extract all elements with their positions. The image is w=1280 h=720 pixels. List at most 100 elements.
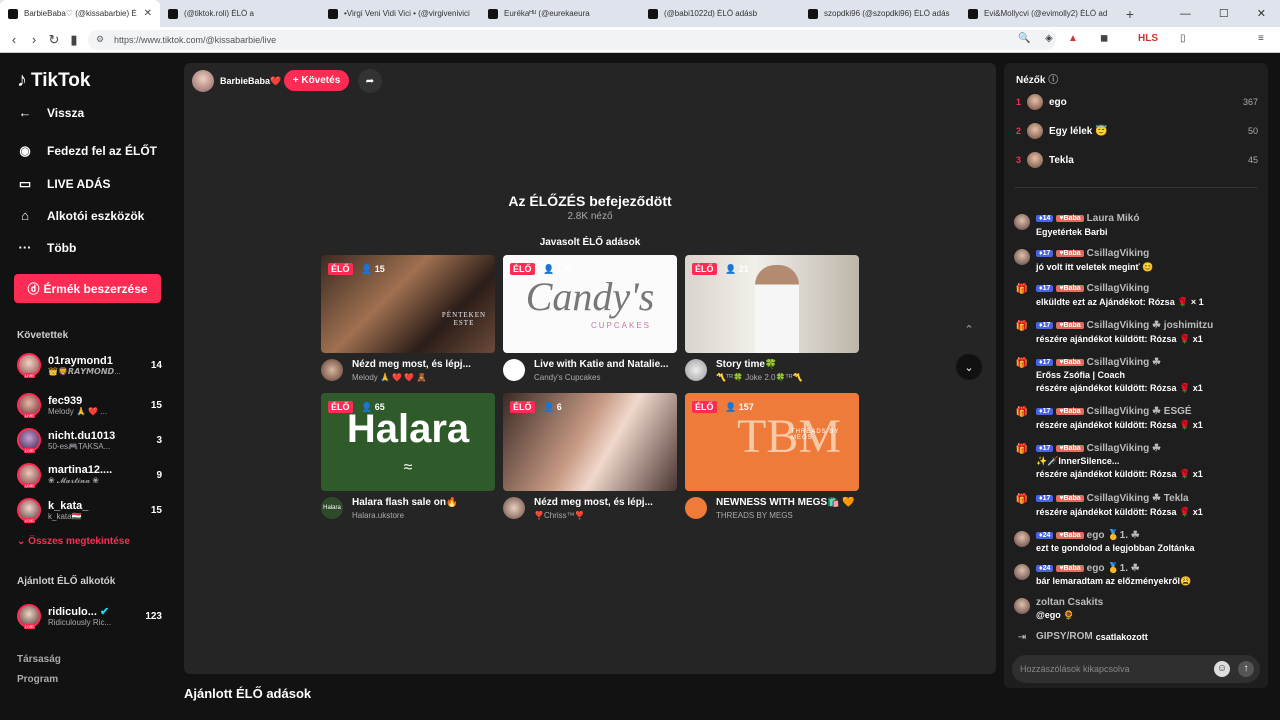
live-card[interactable]: PÉNTEKEN ESTE ÉLŐ 👤 15 Nézd meg most, és… <box>321 255 495 385</box>
see-all-link[interactable]: ⌄ Összes megtekintése <box>17 536 130 547</box>
creator-avatar <box>685 359 707 381</box>
following-name: nicht.du1013 <box>48 429 116 442</box>
browser-tab[interactable]: (@tiktok.roli) ÉLŐ a <box>160 0 320 27</box>
url-field[interactable]: ⚙ https://www.tiktok.com/@kissabarbie/liv… <box>88 30 1056 50</box>
host-info[interactable]: BarbieBaba❤️ <box>192 70 281 92</box>
browser-tab[interactable]: BarbieBaba♡ (@kissabarbie) É ✕ <box>0 0 160 27</box>
window-controls: — ☐ ✕ <box>1180 0 1280 27</box>
live-tag: LIVE <box>24 413 35 418</box>
nav-live[interactable]: ▭ LIVE ADÁS <box>17 176 111 192</box>
nav-more[interactable]: ··· Több <box>17 240 77 255</box>
level-badge: ♦14 <box>1036 215 1054 222</box>
get-coins-button[interactable]: ⓓ Érmék beszerzése <box>14 274 161 303</box>
new-tab-button[interactable]: + <box>1120 6 1140 22</box>
follow-button[interactable]: + Követés <box>284 70 349 91</box>
live-badge: ÉLŐ <box>328 401 353 413</box>
viewer-count: 21 <box>738 264 749 274</box>
divider <box>1014 187 1258 188</box>
forward-arrow-icon[interactable]: › <box>24 32 44 47</box>
level-badge: ♦17 <box>1036 408 1054 415</box>
coins-label: Érmék beszerzése <box>43 281 148 296</box>
viewer-name: Tekla <box>1049 154 1074 166</box>
chat-username[interactable]: ego 🥇1. ☘ <box>1087 563 1140 574</box>
comment-placeholder: Hozzászólások kikapcsolva <box>1020 664 1130 674</box>
chat-username[interactable]: GIPSY/ROM <box>1036 631 1093 642</box>
nav-creator-tools[interactable]: ⌂ Alkotói eszközök <box>17 208 144 223</box>
live-badge: ÉLŐ <box>510 263 535 275</box>
footer-link[interactable]: Társaság <box>17 654 61 665</box>
brave-shield-icon[interactable]: ◈ <box>1045 33 1053 44</box>
chat-username[interactable]: Laura Mikó <box>1087 213 1140 224</box>
live-card[interactable]: Candy's CUPCAKES ÉLŐ 👤 176 Live with Kat… <box>503 255 677 385</box>
following-item[interactable]: LIVE k_kata_ k_kata🇭🇺 15 <box>17 495 162 525</box>
fan-badge: ♥Baba <box>1056 532 1084 539</box>
browser-tab[interactable]: szopdki96 (@szopdki96) ÉLŐ adás <box>800 0 960 27</box>
reload-icon[interactable]: ↻ <box>44 32 64 48</box>
chat-username[interactable]: CsillagViking ☘ ESGÉ <box>1087 406 1192 417</box>
comment-input[interactable]: Hozzászólások kikapcsolva ☺ ↑ <box>1012 655 1260 683</box>
rewards-icon[interactable]: ▲ <box>1068 33 1078 44</box>
browser-tab[interactable]: (@babi1022d) ÉLŐ adásb <box>640 0 800 27</box>
chat-text: részére ajándékot küldött: Rózsa 🌹 x1 <box>1036 469 1203 479</box>
footer-link[interactable]: Program <box>17 674 58 685</box>
live-card[interactable]: TBM THREADS BY MEGS ÉLŐ 👤 157 NEWNESS WI… <box>685 393 859 523</box>
live-card[interactable]: ÉLŐ 👤 21 Story time🍀 〽️ᵀᴿ🍀 Joke 2.0🍀ᵀᴿ〽️ <box>685 255 859 385</box>
chat-username[interactable]: CsillagViking ☘ <box>1087 443 1161 454</box>
browser-tab[interactable]: •Virgi Veni Vidi Vici • (@virgivenivici <box>320 0 480 27</box>
avatar <box>1014 598 1030 614</box>
extension-icon[interactable]: ◼ <box>1100 33 1108 44</box>
following-item[interactable]: LIVE nicht.du1013 50-es🎮TAKSA... 3 <box>17 425 162 455</box>
live-card-creator: THREADS BY MEGS <box>716 511 793 520</box>
chat-username[interactable]: CsillagViking ☘ Tekla <box>1087 493 1189 504</box>
tiktok-favicon-icon <box>328 8 338 19</box>
share-icon[interactable]: ➦ <box>358 69 382 93</box>
top-viewer[interactable]: 3 Tekla 45 <box>1016 150 1258 170</box>
back-link[interactable]: ← Vissza <box>17 105 85 120</box>
site-info-icon[interactable]: ⚙ <box>96 34 104 45</box>
chat-username[interactable]: CsillagViking <box>1087 248 1150 259</box>
following-item[interactable]: LIVE 01raymond1 👑🦁𝙍𝘼𝙔𝙈𝙊𝙉𝘿... 14 <box>17 350 162 380</box>
tiktok-logo[interactable]: ♪ TikTok <box>17 69 90 92</box>
browser-tab[interactable]: Evi&Mollycvi (@evimolly2) ÉLŐ ad <box>960 0 1120 27</box>
extension-icon[interactable]: HLS <box>1138 33 1158 44</box>
following-item[interactable]: LIVE martina12.... ❀ 𝓜𝓪𝓻𝓽𝓲𝓷𝓪 ❀ 9 <box>17 460 162 490</box>
chat-username[interactable]: CsillagViking ☘ joshimitzu <box>1087 320 1214 331</box>
following-item[interactable]: LIVE fec939 Melody 🙏 ❤️ ... 15 <box>17 390 162 420</box>
minimize-button[interactable]: — <box>1180 8 1191 20</box>
close-window-button[interactable]: ✕ <box>1257 7 1266 20</box>
emoji-icon[interactable]: ☺ <box>1214 661 1230 677</box>
explore-live-icon: ◉ <box>19 143 31 158</box>
nav-explore-live[interactable]: ◉ Fedezd fel az ÉLŐT <box>17 143 157 159</box>
close-tab-icon[interactable]: ✕ <box>144 8 152 19</box>
chevron-up-icon[interactable]: ⌃ <box>956 316 982 342</box>
viewer-badge: 👤 176 <box>543 264 572 275</box>
tab-title: szopdki96 (@szopdki96) ÉLŐ adás <box>824 9 950 18</box>
person-figure <box>755 265 799 353</box>
chat-username[interactable]: CsillagViking <box>1087 283 1150 294</box>
bookmark-icon[interactable]: ▮ <box>64 32 84 48</box>
menu-icon[interactable]: ≡ <box>1258 33 1264 44</box>
send-icon[interactable]: ↑ <box>1238 661 1254 677</box>
chat-text: ✨🗡️InnerSilence... <box>1036 456 1120 466</box>
fan-badge: ♥Baba <box>1056 250 1084 257</box>
back-arrow-icon[interactable]: ‹ <box>4 32 24 47</box>
browser-tab[interactable]: Eurékaᴴᵁ (@eurekaeura <box>480 0 640 27</box>
nav-label: Fedezd fel az ÉLŐT <box>47 144 158 158</box>
suggested-item[interactable]: LIVE ridiculo... ✔ Ridiculously Ric... 123 <box>17 601 162 631</box>
maximize-button[interactable]: ☐ <box>1219 7 1229 20</box>
live-card[interactable]: ÉLŐ 👤 6 Nézd meg most, és lépj... ❣️Chri… <box>503 393 677 523</box>
top-viewer[interactable]: 2 Egy lélek 😇 50 <box>1016 121 1258 141</box>
chat-username[interactable]: CsillagViking ☘ <box>1087 357 1161 368</box>
sidebar-toggle-icon[interactable]: ▯ <box>1180 33 1186 44</box>
avatar <box>1027 123 1043 139</box>
avatar: LIVE <box>17 463 41 488</box>
top-viewer[interactable]: 1 ego 367 <box>1016 92 1258 112</box>
zoom-icon[interactable]: 🔍 <box>1018 33 1030 44</box>
live-card[interactable]: Halara ≈ ÉLŐ 👤 65 Halara Halara flash sa… <box>321 393 495 523</box>
chat-text: @ego 🌻 <box>1036 610 1075 620</box>
chat-username[interactable]: zoltan Csakits <box>1036 597 1103 608</box>
nav-label: LIVE ADÁS <box>47 177 111 191</box>
chevron-down-icon[interactable]: ⌄ <box>956 354 982 380</box>
chat-username[interactable]: ego 🥇1. ☘ <box>1087 530 1140 541</box>
info-icon[interactable]: ⓘ <box>1048 75 1058 86</box>
